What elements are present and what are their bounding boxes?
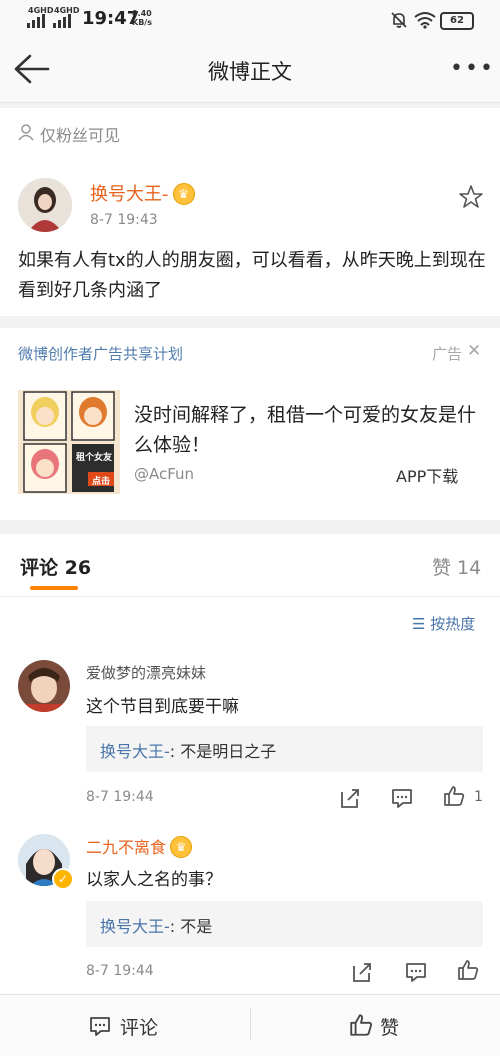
sort-button[interactable]: ☰ 按热度 bbox=[412, 613, 475, 634]
reply-author[interactable]: 换号大王- bbox=[100, 917, 170, 936]
reply-comment-icon[interactable] bbox=[404, 960, 428, 984]
comment-text: 这个节目到底要干嘛 bbox=[86, 697, 239, 717]
ad-text[interactable]: 没时间解释了，租借一个可爱的女友是什么体验！ bbox=[134, 400, 484, 460]
clock: 19:47 bbox=[82, 8, 140, 29]
person-icon bbox=[18, 124, 34, 141]
comment-author[interactable]: 爱做梦的漂亮妹妹 bbox=[86, 662, 206, 683]
like-thumb-icon[interactable] bbox=[442, 784, 466, 808]
favorite-star-icon[interactable] bbox=[458, 184, 484, 210]
ad-label: 广告 bbox=[432, 345, 463, 363]
status-bar: 4GHD 4GHD 19:47 0.40 KB/s 62 bbox=[0, 0, 500, 38]
author-name[interactable]: 换号大王- bbox=[90, 184, 169, 205]
tab-indicator bbox=[30, 586, 78, 590]
sort-label: 按热度 bbox=[430, 615, 476, 633]
vip-badge-icon: ♛ bbox=[172, 183, 195, 205]
more-options-icon[interactable]: ••• bbox=[450, 56, 493, 82]
comment-text: 以家人之名的事？ bbox=[86, 870, 222, 890]
battery-indicator: 62 bbox=[440, 12, 474, 30]
reply-author[interactable]: 换号大王- bbox=[100, 742, 170, 761]
speed-unit: KB/s bbox=[132, 18, 152, 27]
signal-bars-icon bbox=[27, 14, 45, 28]
comment-reply[interactable]: 换号大王-: 不是 bbox=[86, 901, 483, 947]
like-icon[interactable] bbox=[348, 1012, 374, 1038]
visibility-notice: 仅粉丝可见 bbox=[0, 108, 500, 159]
ad-thumb-cta: 点击 bbox=[92, 477, 111, 487]
comment-author[interactable]: 二九不离食 bbox=[86, 838, 166, 857]
ad-advertiser: @AcFun bbox=[134, 465, 195, 483]
mute-bell-icon bbox=[391, 12, 407, 28]
nav-bar: 微博正文 ••• bbox=[0, 38, 500, 103]
signal-bars-icon bbox=[53, 14, 71, 28]
reply-line: 换号大王-: 不是 bbox=[100, 913, 212, 937]
comment-author-row: 二九不离食 ♛ bbox=[86, 834, 193, 858]
like-thumb-icon[interactable] bbox=[456, 958, 480, 982]
ad-close-icon[interactable]: ✕ bbox=[467, 341, 481, 361]
sort-icon: ☰ bbox=[412, 615, 426, 633]
author-avatar[interactable] bbox=[18, 178, 72, 232]
reply-text: : 不是 bbox=[169, 917, 213, 936]
tab-likes[interactable]: 赞 14 bbox=[432, 553, 481, 580]
speed-value: 0.40 bbox=[132, 9, 152, 18]
verified-badge-icon: ✓ bbox=[52, 868, 74, 890]
share-icon[interactable] bbox=[338, 786, 362, 810]
post-time: 8-7 19:43 bbox=[90, 212, 158, 228]
app-download-button[interactable]: APP下载 bbox=[396, 463, 458, 487]
comment-time: 8-7 19:44 bbox=[86, 963, 154, 979]
comment-avatar[interactable] bbox=[18, 660, 70, 712]
post-content: 如果有人有tx的人的朋友圈，可以看看，从昨天晚上到现在看到好几条内涵了 bbox=[18, 250, 486, 301]
reply-comment-icon[interactable] bbox=[390, 786, 414, 810]
ad-thumb-caption: 租个女友 bbox=[76, 453, 113, 463]
page-title: 微博正文 bbox=[208, 60, 292, 84]
comment-button[interactable]: 评论 bbox=[120, 1013, 158, 1040]
comment-icon[interactable] bbox=[88, 1014, 112, 1038]
post-author[interactable]: 换号大王- ♛ bbox=[90, 180, 195, 206]
vip-badge-icon: ♛ bbox=[170, 836, 193, 858]
reply-line: 换号大王-: 不是明日之子 bbox=[100, 738, 276, 762]
comment-time: 8-7 19:44 bbox=[86, 789, 154, 805]
wifi-icon bbox=[414, 12, 436, 29]
tab-comments[interactable]: 评论 26 bbox=[20, 553, 91, 580]
share-icon[interactable] bbox=[350, 960, 374, 984]
like-button[interactable]: 赞 bbox=[380, 1013, 399, 1040]
ad-thumbnail[interactable]: 租个女友 点击 bbox=[18, 390, 120, 494]
comment-reply[interactable]: 换号大王-: 不是明日之子 bbox=[86, 726, 483, 772]
network-speed: 0.40 KB/s bbox=[132, 9, 152, 27]
bottom-divider bbox=[250, 1008, 251, 1040]
reply-text: : 不是明日之子 bbox=[169, 742, 277, 761]
ad-source[interactable]: 微博创作者广告共享计划 bbox=[18, 343, 183, 364]
visibility-label: 仅粉丝可见 bbox=[40, 126, 121, 145]
like-count: 1 bbox=[474, 789, 483, 805]
